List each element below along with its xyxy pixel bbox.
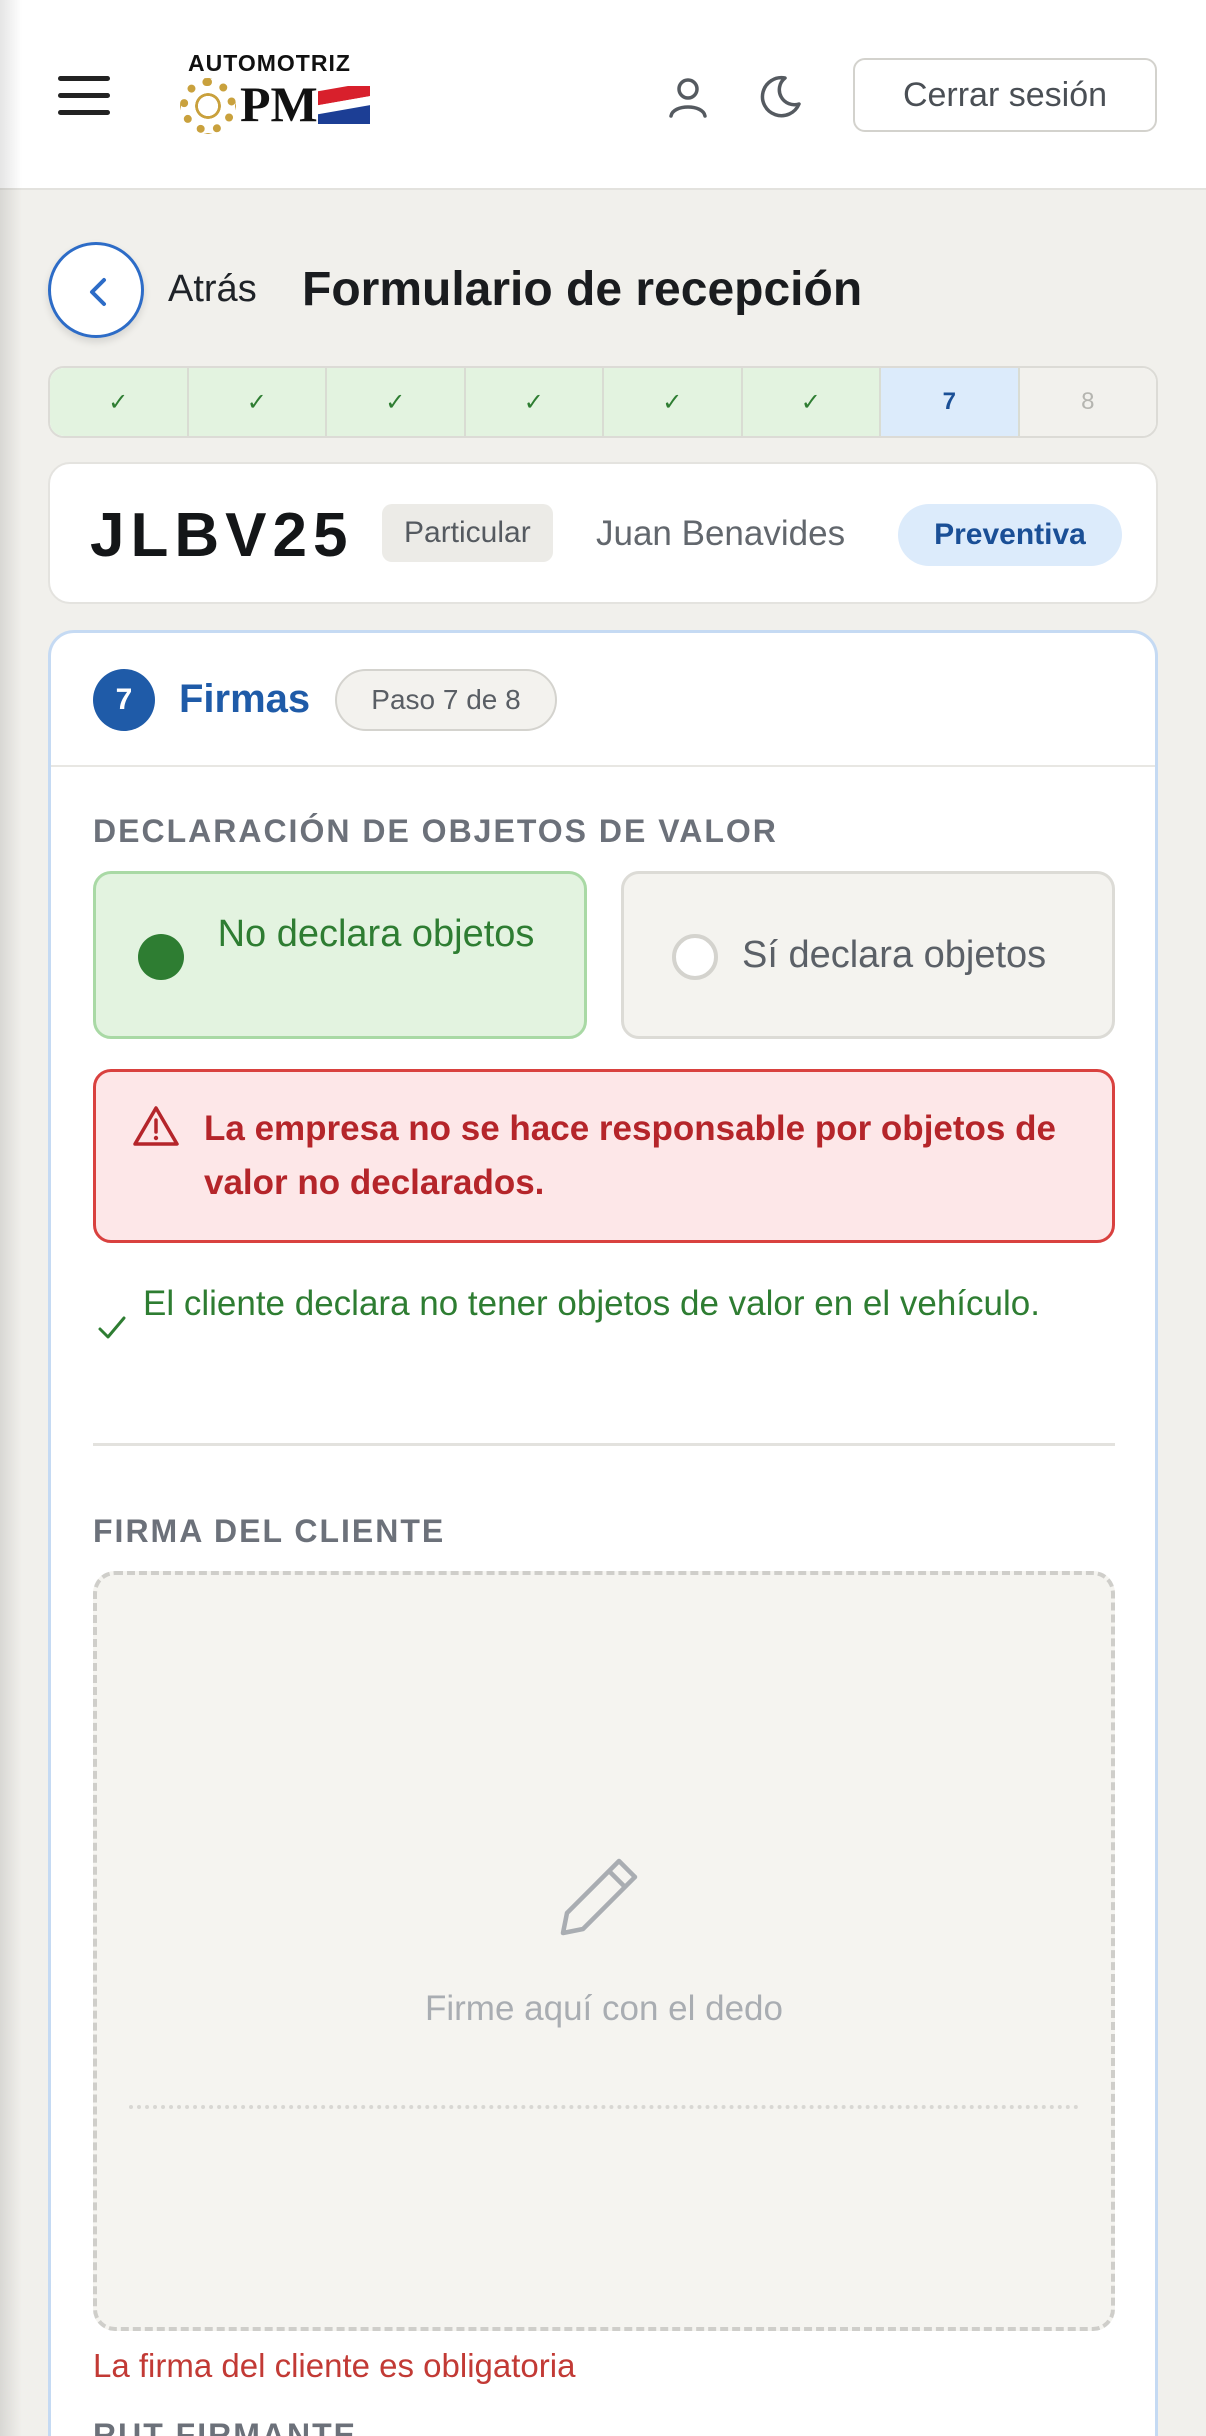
progress-stepper: ✓ ✓ ✓ ✓ ✓ ✓ 7 8 <box>48 366 1158 438</box>
service-type-badge: Preventiva <box>898 504 1122 566</box>
step-2[interactable]: ✓ <box>188 368 327 436</box>
user-icon[interactable] <box>665 74 711 120</box>
signature-baseline <box>129 2105 1079 2109</box>
step-4[interactable]: ✓ <box>465 368 604 436</box>
signatures-section-card: 7 Firmas Paso 7 de 8 DECLARACIÓN DE OBJE… <box>48 630 1158 2436</box>
pencil-icon <box>560 1858 638 1936</box>
license-plate: JLBV25 <box>90 501 354 570</box>
step-7[interactable]: 7 <box>881 368 1020 436</box>
section-step-number: 7 <box>93 669 155 731</box>
brand-logo-mark: PM <box>240 76 318 132</box>
option-no-valuables-label: No declara objetos <box>217 913 535 955</box>
valuables-label: DECLARACIÓN DE OBJETOS DE VALOR <box>93 813 778 849</box>
signature-pad[interactable]: Firme aquí con el dedo <box>93 1571 1115 2331</box>
vehicle-type-badge: Particular <box>382 504 553 562</box>
chevron-left-icon <box>90 278 106 306</box>
signature-error: La firma del cliente es obligatoria <box>93 2347 576 2384</box>
back-label[interactable]: Atrás <box>168 268 257 311</box>
radio-unselected-icon <box>672 934 718 980</box>
step-1[interactable]: ✓ <box>50 368 189 436</box>
signature-hint: Firme aquí con el dedo <box>425 1989 783 2028</box>
radio-selected-icon <box>138 934 184 980</box>
drawer-edge-shadow <box>0 0 22 2436</box>
liability-warning: La empresa no se hace responsable por ob… <box>93 1069 1115 1243</box>
step-3[interactable]: ✓ <box>327 368 466 436</box>
step-progress-badge: Paso 7 de 8 <box>335 669 557 731</box>
vehicle-summary-card: JLBV25 Particular Juan Benavides Prevent… <box>48 462 1158 604</box>
option-no-valuables[interactable]: No declara objetos <box>93 871 587 1039</box>
moon-icon[interactable] <box>755 72 805 122</box>
liability-warning-text: La empresa no se hace responsable por ob… <box>204 1109 1056 1202</box>
section-title: Firmas <box>179 677 311 721</box>
option-declare-valuables-label: Sí declara objetos <box>742 934 1047 976</box>
step-5[interactable]: ✓ <box>604 368 743 436</box>
check-icon <box>98 1316 126 1339</box>
brand-logo-top-text: AUTOMOTRIZ <box>188 50 351 76</box>
section-divider <box>93 1443 1115 1446</box>
signature-label: FIRMA DEL CLIENTE <box>93 1513 446 1549</box>
back-button[interactable] <box>48 242 144 338</box>
section-header: 7 Firmas Paso 7 de 8 <box>51 633 1155 767</box>
flag-icon <box>318 86 370 124</box>
signer-id-label: RUT FIRMANTE <box>93 2417 357 2436</box>
brand-logo[interactable]: AUTOMOTRIZ PM <box>180 50 370 140</box>
menu-icon[interactable] <box>58 76 110 116</box>
step-6[interactable]: ✓ <box>742 368 881 436</box>
owner-name: Juan Benavides <box>596 514 846 553</box>
page-title: Formulario de recepción <box>302 263 863 316</box>
step-8: 8 <box>1019 368 1156 436</box>
top-bar: AUTOMOTRIZ PM Cerrar sesión <box>0 0 1206 190</box>
no-valuables-confirmation: El cliente declara no tener objetos de v… <box>143 1284 1040 1323</box>
logout-button[interactable]: Cerrar sesión <box>853 58 1157 132</box>
gear-icon <box>180 78 236 134</box>
option-declare-valuables[interactable]: Sí declara objetos <box>621 871 1115 1039</box>
warning-icon <box>133 1106 179 1146</box>
